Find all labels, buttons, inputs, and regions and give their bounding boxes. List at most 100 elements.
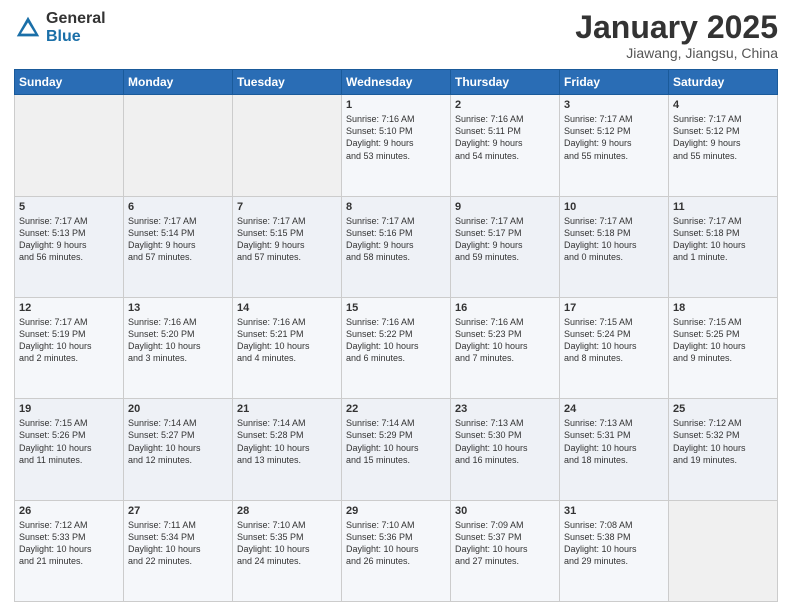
day-info: Sunrise: 7:17 AM Sunset: 5:16 PM Dayligh… xyxy=(346,215,446,264)
day-number: 18 xyxy=(673,302,773,314)
day-number: 9 xyxy=(455,201,555,213)
calendar-cell: 3 Sunrise: 7:17 AM Sunset: 5:12 PM Daylig… xyxy=(560,95,669,196)
day-number: 7 xyxy=(237,201,337,213)
calendar-cell: 1Sunrise: 7:16 AM Sunset: 5:10 PM Daylig… xyxy=(342,95,451,196)
day-info: Sunrise: 7:16 AM Sunset: 5:23 PM Dayligh… xyxy=(455,316,555,365)
calendar-cell: 6Sunrise: 7:17 AM Sunset: 5:14 PM Daylig… xyxy=(124,196,233,297)
logo-general-label: General xyxy=(46,10,106,28)
calendar-week-2: 5 Sunrise: 7:17 AM Sunset: 5:13 PM Daylig… xyxy=(15,196,778,297)
calendar-cell: 11 Sunrise: 7:17 AM Sunset: 5:18 PM Dayli… xyxy=(669,196,778,297)
calendar-title: January 2025 xyxy=(575,10,778,45)
calendar-cell: 16 Sunrise: 7:16 AM Sunset: 5:23 PM Dayli… xyxy=(451,297,560,398)
calendar-cell xyxy=(15,95,124,196)
calendar-cell: 26 Sunrise: 7:12 AM Sunset: 5:33 PM Dayli… xyxy=(15,500,124,601)
calendar-week-1: 1Sunrise: 7:16 AM Sunset: 5:10 PM Daylig… xyxy=(15,95,778,196)
day-number: 5 xyxy=(19,201,119,213)
calendar-cell: 27 Sunrise: 7:11 AM Sunset: 5:34 PM Dayli… xyxy=(124,500,233,601)
day-info: Sunrise: 7:09 AM Sunset: 5:37 PM Dayligh… xyxy=(455,519,555,568)
day-number: 16 xyxy=(455,302,555,314)
day-info: Sunrise: 7:10 AM Sunset: 5:36 PM Dayligh… xyxy=(346,519,446,568)
calendar-cell xyxy=(124,95,233,196)
day-number: 21 xyxy=(237,403,337,415)
day-number: 28 xyxy=(237,505,337,517)
calendar-cell: 28 Sunrise: 7:10 AM Sunset: 5:35 PM Dayli… xyxy=(233,500,342,601)
day-number: 10 xyxy=(564,201,664,213)
calendar-cell: 21 Sunrise: 7:14 AM Sunset: 5:28 PM Dayli… xyxy=(233,399,342,500)
day-info: Sunrise: 7:15 AM Sunset: 5:24 PM Dayligh… xyxy=(564,316,664,365)
calendar-cell: 2 Sunrise: 7:16 AM Sunset: 5:11 PM Daylig… xyxy=(451,95,560,196)
day-number: 17 xyxy=(564,302,664,314)
day-info: Sunrise: 7:17 AM Sunset: 5:17 PM Dayligh… xyxy=(455,215,555,264)
day-info: Sunrise: 7:11 AM Sunset: 5:34 PM Dayligh… xyxy=(128,519,228,568)
col-saturday: Saturday xyxy=(669,70,778,95)
col-monday: Monday xyxy=(124,70,233,95)
day-info: Sunrise: 7:16 AM Sunset: 5:22 PM Dayligh… xyxy=(346,316,446,365)
calendar-page: General Blue January 2025 Jiawang, Jiang… xyxy=(0,0,792,612)
day-number: 11 xyxy=(673,201,773,213)
calendar-cell xyxy=(233,95,342,196)
day-number: 30 xyxy=(455,505,555,517)
col-thursday: Thursday xyxy=(451,70,560,95)
calendar-cell: 20Sunrise: 7:14 AM Sunset: 5:27 PM Dayli… xyxy=(124,399,233,500)
day-info: Sunrise: 7:10 AM Sunset: 5:35 PM Dayligh… xyxy=(237,519,337,568)
day-number: 4 xyxy=(673,99,773,111)
calendar-subtitle: Jiawang, Jiangsu, China xyxy=(575,45,778,61)
day-info: Sunrise: 7:17 AM Sunset: 5:12 PM Dayligh… xyxy=(673,113,773,162)
day-number: 3 xyxy=(564,99,664,111)
calendar-cell: 31Sunrise: 7:08 AM Sunset: 5:38 PM Dayli… xyxy=(560,500,669,601)
calendar-cell: 29Sunrise: 7:10 AM Sunset: 5:36 PM Dayli… xyxy=(342,500,451,601)
day-number: 20 xyxy=(128,403,228,415)
day-info: Sunrise: 7:17 AM Sunset: 5:18 PM Dayligh… xyxy=(564,215,664,264)
calendar-cell: 24Sunrise: 7:13 AM Sunset: 5:31 PM Dayli… xyxy=(560,399,669,500)
day-info: Sunrise: 7:15 AM Sunset: 5:25 PM Dayligh… xyxy=(673,316,773,365)
day-number: 14 xyxy=(237,302,337,314)
day-info: Sunrise: 7:17 AM Sunset: 5:18 PM Dayligh… xyxy=(673,215,773,264)
calendar-cell: 10 Sunrise: 7:17 AM Sunset: 5:18 PM Dayli… xyxy=(560,196,669,297)
logo-text: General Blue xyxy=(46,10,106,45)
calendar-cell: 5 Sunrise: 7:17 AM Sunset: 5:13 PM Daylig… xyxy=(15,196,124,297)
header-row: Sunday Monday Tuesday Wednesday Thursday… xyxy=(15,70,778,95)
day-number: 26 xyxy=(19,505,119,517)
day-info: Sunrise: 7:08 AM Sunset: 5:38 PM Dayligh… xyxy=(564,519,664,568)
day-info: Sunrise: 7:16 AM Sunset: 5:11 PM Dayligh… xyxy=(455,113,555,162)
day-number: 2 xyxy=(455,99,555,111)
calendar-body: 1Sunrise: 7:16 AM Sunset: 5:10 PM Daylig… xyxy=(15,95,778,602)
day-info: Sunrise: 7:17 AM Sunset: 5:14 PM Dayligh… xyxy=(128,215,228,264)
day-number: 1 xyxy=(346,99,446,111)
day-info: Sunrise: 7:17 AM Sunset: 5:13 PM Dayligh… xyxy=(19,215,119,264)
calendar-cell: 14 Sunrise: 7:16 AM Sunset: 5:21 PM Dayli… xyxy=(233,297,342,398)
calendar-cell: 15 Sunrise: 7:16 AM Sunset: 5:22 PM Dayli… xyxy=(342,297,451,398)
calendar-cell: 25Sunrise: 7:12 AM Sunset: 5:32 PM Dayli… xyxy=(669,399,778,500)
calendar-cell: 18 Sunrise: 7:15 AM Sunset: 5:25 PM Dayli… xyxy=(669,297,778,398)
title-block: January 2025 Jiawang, Jiangsu, China xyxy=(575,10,778,61)
day-number: 12 xyxy=(19,302,119,314)
calendar-week-5: 26 Sunrise: 7:12 AM Sunset: 5:33 PM Dayli… xyxy=(15,500,778,601)
day-info: Sunrise: 7:12 AM Sunset: 5:32 PM Dayligh… xyxy=(673,417,773,466)
day-number: 15 xyxy=(346,302,446,314)
day-number: 24 xyxy=(564,403,664,415)
calendar-table: Sunday Monday Tuesday Wednesday Thursday… xyxy=(14,69,778,602)
day-info: Sunrise: 7:12 AM Sunset: 5:33 PM Dayligh… xyxy=(19,519,119,568)
day-info: Sunrise: 7:16 AM Sunset: 5:20 PM Dayligh… xyxy=(128,316,228,365)
day-number: 23 xyxy=(455,403,555,415)
calendar-cell: 13 Sunrise: 7:16 AM Sunset: 5:20 PM Dayli… xyxy=(124,297,233,398)
calendar-week-3: 12Sunrise: 7:17 AM Sunset: 5:19 PM Dayli… xyxy=(15,297,778,398)
calendar-week-4: 19 Sunrise: 7:15 AM Sunset: 5:26 PM Dayli… xyxy=(15,399,778,500)
calendar-cell xyxy=(669,500,778,601)
col-sunday: Sunday xyxy=(15,70,124,95)
day-info: Sunrise: 7:16 AM Sunset: 5:21 PM Dayligh… xyxy=(237,316,337,365)
day-info: Sunrise: 7:17 AM Sunset: 5:12 PM Dayligh… xyxy=(564,113,664,162)
day-number: 27 xyxy=(128,505,228,517)
calendar-cell: 12Sunrise: 7:17 AM Sunset: 5:19 PM Dayli… xyxy=(15,297,124,398)
day-number: 13 xyxy=(128,302,228,314)
day-number: 22 xyxy=(346,403,446,415)
day-number: 19 xyxy=(19,403,119,415)
col-friday: Friday xyxy=(560,70,669,95)
calendar-cell: 22Sunrise: 7:14 AM Sunset: 5:29 PM Dayli… xyxy=(342,399,451,500)
day-info: Sunrise: 7:14 AM Sunset: 5:28 PM Dayligh… xyxy=(237,417,337,466)
day-info: Sunrise: 7:15 AM Sunset: 5:26 PM Dayligh… xyxy=(19,417,119,466)
logo: General Blue xyxy=(14,10,106,45)
logo-blue-label: Blue xyxy=(46,28,106,46)
day-number: 8 xyxy=(346,201,446,213)
day-info: Sunrise: 7:13 AM Sunset: 5:30 PM Dayligh… xyxy=(455,417,555,466)
